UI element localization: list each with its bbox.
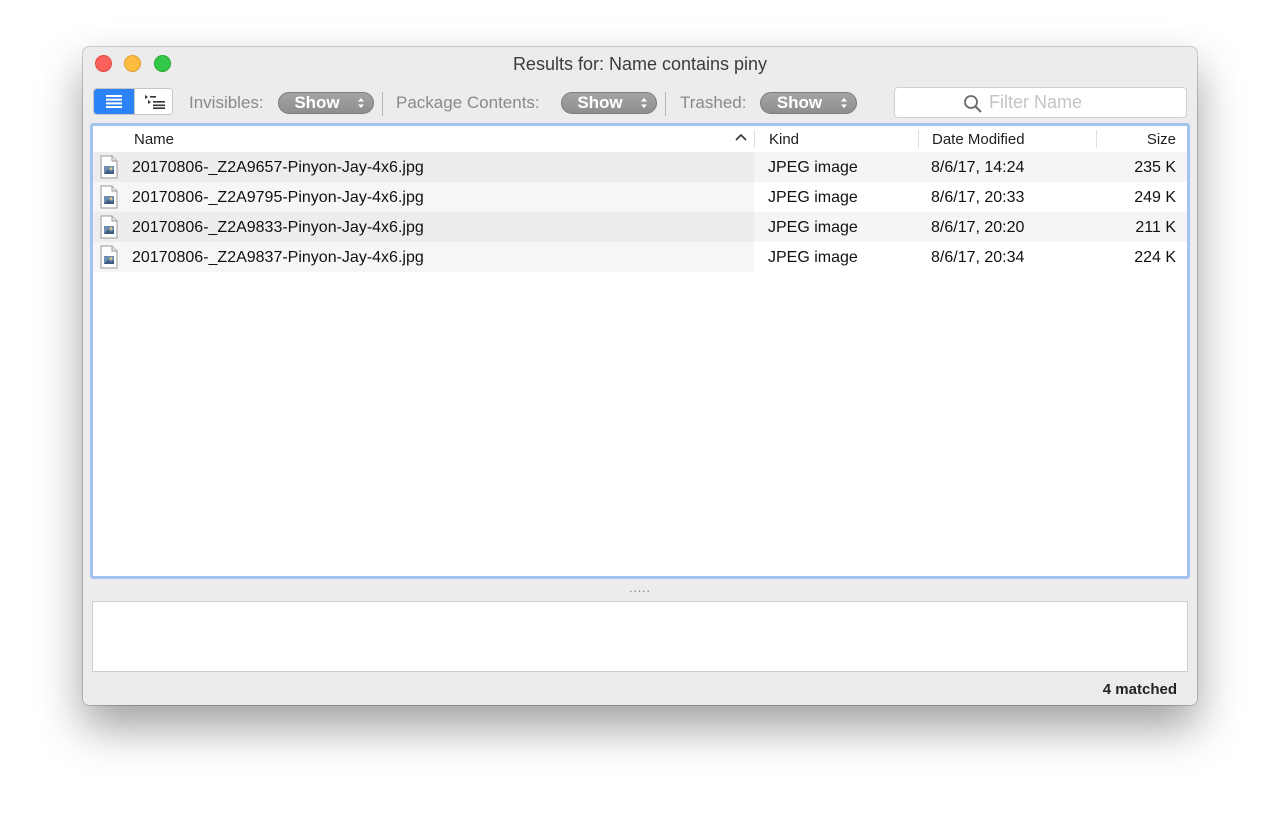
trashed-label: Trashed:	[680, 93, 747, 112]
table-body: 20170806-_Z2A9657-Pinyon-Jay-4x6.jpg JPE…	[93, 152, 1187, 272]
column-header-size[interactable]: Size	[1147, 131, 1176, 148]
view-mode-control	[93, 88, 173, 115]
popup-arrows-icon	[355, 97, 367, 109]
filter-name-search[interactable]	[894, 87, 1187, 118]
trashed-popup[interactable]: Show	[760, 92, 857, 114]
invisibles-label: Invisibles:	[189, 93, 264, 112]
title-bar[interactable]: Results for: Name contains piny	[83, 47, 1197, 81]
package-contents-popup-value: Show	[577, 93, 623, 112]
list-view-button[interactable]	[94, 89, 134, 114]
results-table[interactable]: Name Kind Date Modified Size 20170806-_Z…	[90, 123, 1190, 579]
splitter-grip: .....	[629, 581, 651, 595]
file-date-modified: 8/6/17, 20:20	[931, 219, 1025, 236]
file-name: 20170806-_Z2A9833-Pinyon-Jay-4x6.jpg	[132, 219, 424, 236]
file-date-modified: 8/6/17, 20:33	[931, 189, 1025, 206]
invisibles-popup-value: Show	[294, 93, 340, 112]
column-separator[interactable]	[754, 130, 755, 148]
file-size: 211 K	[1135, 219, 1176, 236]
file-size: 249 K	[1134, 189, 1176, 206]
outline-view-icon	[145, 95, 165, 109]
popup-arrows-icon	[838, 97, 850, 109]
invisibles-popup[interactable]: Show	[278, 92, 374, 114]
table-row[interactable]: 20170806-_Z2A9795-Pinyon-Jay-4x6.jpg JPE…	[93, 182, 1187, 212]
jpeg-file-icon	[100, 245, 118, 269]
list-view-icon	[106, 95, 122, 108]
column-separator[interactable]	[1096, 130, 1097, 148]
filter-name-input[interactable]	[989, 91, 1179, 113]
file-kind: JPEG image	[768, 219, 858, 236]
column-separator[interactable]	[918, 130, 919, 148]
table-header: Name Kind Date Modified Size	[93, 126, 1187, 153]
package-contents-popup[interactable]: Show	[561, 92, 657, 114]
file-date-modified: 8/6/17, 20:34	[931, 249, 1025, 266]
split-view-divider[interactable]: .....	[83, 581, 1197, 595]
jpeg-file-icon	[100, 185, 118, 209]
table-row[interactable]: 20170806-_Z2A9837-Pinyon-Jay-4x6.jpg JPE…	[93, 242, 1187, 272]
results-window: Results for: Name contains piny Invisibl…	[83, 47, 1197, 705]
file-size: 235 K	[1134, 159, 1176, 176]
popup-arrows-icon	[638, 97, 650, 109]
file-name: 20170806-_Z2A9795-Pinyon-Jay-4x6.jpg	[132, 189, 424, 206]
outline-view-button[interactable]	[134, 89, 172, 114]
package-contents-label: Package Contents:	[396, 93, 540, 112]
column-header-kind[interactable]: Kind	[769, 131, 799, 148]
file-size: 224 K	[1134, 249, 1176, 266]
file-kind: JPEG image	[768, 189, 858, 206]
column-header-date-modified[interactable]: Date Modified	[932, 131, 1025, 148]
path-preview-pane	[92, 601, 1188, 672]
table-row[interactable]: 20170806-_Z2A9833-Pinyon-Jay-4x6.jpg JPE…	[93, 212, 1187, 242]
sort-ascending-icon[interactable]	[735, 133, 747, 141]
file-kind: JPEG image	[768, 249, 858, 266]
table-row[interactable]: 20170806-_Z2A9657-Pinyon-Jay-4x6.jpg JPE…	[93, 152, 1187, 182]
trashed-popup-value: Show	[776, 93, 823, 112]
jpeg-file-icon	[100, 215, 118, 239]
file-kind: JPEG image	[768, 159, 858, 176]
window-title: Results for: Name contains piny	[512, 54, 768, 74]
toolbar-divider	[665, 92, 666, 116]
file-name: 20170806-_Z2A9657-Pinyon-Jay-4x6.jpg	[132, 159, 424, 176]
toolbar-divider	[382, 92, 383, 116]
match-count: 4 matched	[1102, 681, 1177, 698]
column-header-name[interactable]: Name	[134, 131, 174, 148]
file-date-modified: 8/6/17, 14:24	[931, 159, 1025, 176]
file-name: 20170806-_Z2A9837-Pinyon-Jay-4x6.jpg	[132, 249, 424, 266]
search-icon	[964, 95, 982, 113]
jpeg-file-icon	[100, 155, 118, 179]
toolbar: Invisibles: Show Package Contents: Show …	[83, 84, 1197, 118]
